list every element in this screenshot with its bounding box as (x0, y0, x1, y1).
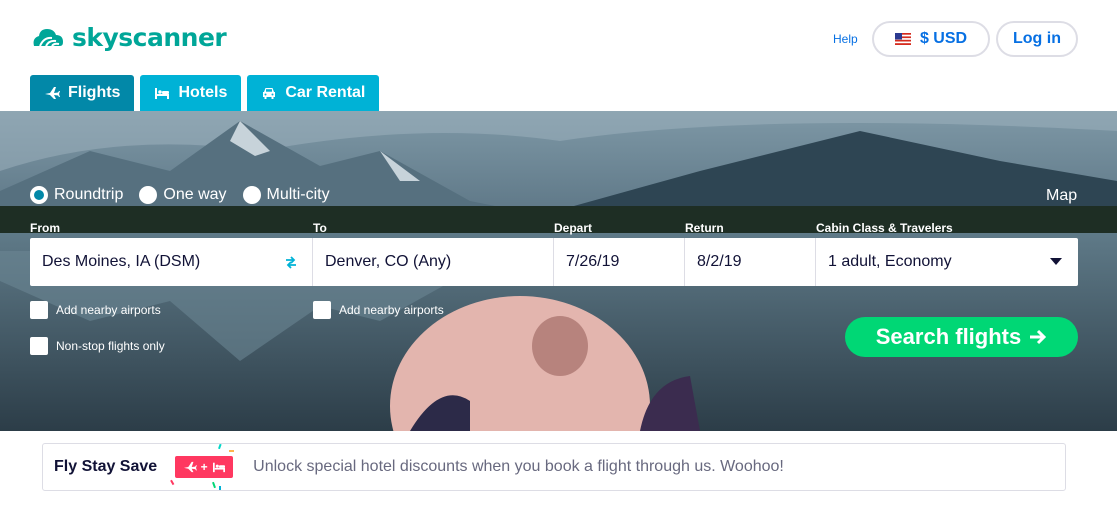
search-button-label: Search flights (875, 324, 1022, 349)
vertical-tabs: Flights Hotels Car Rental (30, 75, 380, 111)
tab-label: Hotels (178, 84, 228, 101)
flight-hotel-badge: + (170, 444, 235, 490)
confetti-decoration (170, 444, 235, 490)
swap-icon[interactable] (284, 255, 298, 269)
cabin-value: 1 adult, Economy (828, 253, 952, 270)
search-hero: Roundtrip One way Multi-city Map From To… (0, 111, 1117, 431)
cabin-travelers-select[interactable]: 1 adult, Economy (816, 238, 1078, 286)
return-date-input[interactable]: 8/2/19 (685, 238, 816, 286)
currency-button[interactable]: $ USD (872, 21, 990, 57)
checkbox[interactable] (30, 337, 48, 355)
login-button[interactable]: Log in (996, 21, 1078, 57)
radio-label: One way (163, 186, 227, 203)
tab-car-rental[interactable]: Car Rental (247, 75, 380, 111)
search-flights-button[interactable]: Search flights (845, 317, 1078, 357)
tab-label: Car Rental (285, 84, 366, 101)
fly-stay-save-banner[interactable]: Fly Stay Save + Unlock special hotel dis… (42, 443, 1066, 491)
us-flag-icon (894, 33, 911, 45)
radio-button[interactable] (30, 186, 48, 204)
radio-button[interactable] (139, 186, 158, 204)
checkbox[interactable] (30, 301, 48, 319)
nearby-destination-checkbox[interactable]: Add nearby airports (313, 301, 444, 319)
return-value: 8/2/19 (697, 253, 742, 270)
map-link[interactable]: Map (1046, 187, 1077, 205)
checkbox-label: Non-stop flights only (56, 339, 165, 353)
skyscanner-logo[interactable]: skyscanner (30, 22, 227, 52)
chevron-down-icon (1050, 258, 1062, 265)
tab-flights[interactable]: Flights (30, 75, 135, 111)
radio-label: Multi-city (266, 186, 330, 203)
non-stop-checkbox[interactable]: Non-stop flights only (30, 337, 165, 355)
nearby-origin-checkbox[interactable]: Add nearby airports (30, 301, 161, 319)
arrow-right-icon (1030, 329, 1047, 345)
checkbox-label: Add nearby airports (56, 303, 161, 317)
bed-icon (155, 88, 170, 99)
brand-name: skyscanner (72, 22, 227, 52)
login-label: Log in (1013, 30, 1061, 47)
cabin-label: Cabin Class & Travelers (816, 221, 953, 235)
return-label: Return (685, 221, 724, 235)
origin-input[interactable]: Des Moines, IA (DSM) (30, 238, 313, 286)
roundtrip-radio[interactable]: Roundtrip (30, 186, 123, 204)
radio-button[interactable] (242, 186, 261, 204)
promo-title: Fly Stay Save (54, 458, 158, 475)
cloud-logo-icon (33, 29, 63, 47)
depart-value: 7/26/19 (566, 253, 620, 270)
one-way-radio[interactable]: One way (139, 186, 227, 204)
to-label: To (313, 221, 327, 235)
trip-type-options: Roundtrip One way Multi-city (30, 186, 330, 204)
tab-label: Flights (68, 84, 121, 101)
radio-label: Roundtrip (54, 186, 124, 203)
checkbox[interactable] (313, 301, 331, 319)
from-label: From (30, 221, 60, 235)
depart-date-input[interactable]: 7/26/19 (554, 238, 685, 286)
plane-icon (45, 87, 60, 99)
tab-hotels[interactable]: Hotels (140, 75, 242, 111)
currency-label: $ USD (919, 30, 968, 47)
depart-label: Depart (554, 221, 593, 235)
destination-input[interactable]: Denver, CO (Any) (313, 238, 554, 286)
promo-description: Unlock special hotel discounts when you … (253, 458, 784, 475)
search-controls: Des Moines, IA (DSM) Denver, CO (Any) 7/… (30, 238, 1078, 286)
help-link[interactable]: Help (833, 32, 858, 46)
site-header: skyscanner Help $ USD Log in Flights Hot… (0, 0, 1117, 111)
checkbox-label: Add nearby airports (339, 303, 444, 317)
multi-city-radio[interactable]: Multi-city (242, 186, 330, 204)
origin-value: Des Moines, IA (DSM) (42, 253, 201, 270)
destination-value: Denver, CO (Any) (325, 253, 452, 270)
car-icon (263, 88, 276, 99)
